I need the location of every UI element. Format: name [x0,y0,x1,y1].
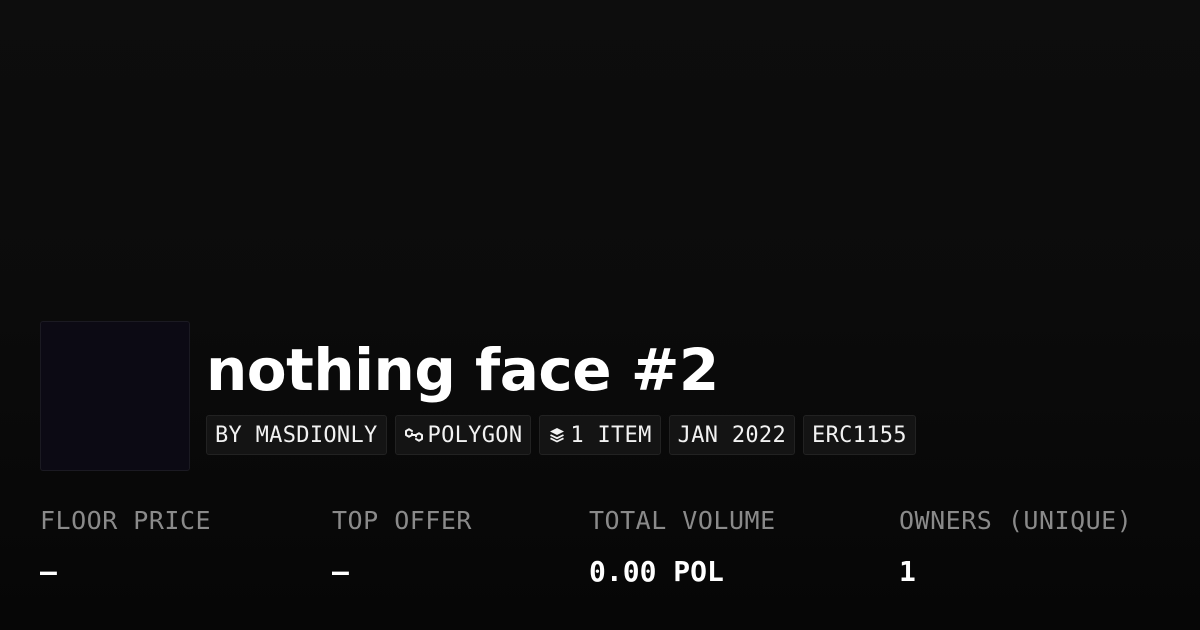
item-count-tag: 1 ITEM [539,415,661,455]
total-volume-stat: TOTAL VOLUME 0.00 POL [589,504,776,589]
token-standard-tag: ERC1155 [803,415,916,455]
collection-info: nothing face #2 BY MASDIONLY POLYGON 1 I… [206,321,916,455]
collection-stats: FLOOR PRICE – TOP OFFER – TOTAL VOLUME 0… [40,504,1180,604]
floor-price-stat: FLOOR PRICE – [40,504,211,589]
floor-price-value: – [40,555,57,588]
top-offer-value: – [332,555,349,588]
total-volume-label: TOTAL VOLUME [589,506,776,535]
collection-og-card: { "collection": { "title": "nothing face… [0,0,1200,630]
owners-value: 1 [899,555,916,588]
creator-tag-label: BY MASDIONLY [215,422,378,448]
token-standard-label: ERC1155 [812,422,907,448]
polygon-icon [404,428,423,442]
top-offer-stat: TOP OFFER – [332,504,472,589]
owners-label: OWNERS (UNIQUE) [899,506,1133,535]
floor-price-label: FLOOR PRICE [40,506,212,535]
creator-tag[interactable]: BY MASDIONLY [206,415,387,455]
chain-tag-label: POLYGON [427,422,523,448]
date-tag: JAN 2022 [668,415,796,455]
item-count-label: 1 ITEM [570,422,652,448]
collection-thumbnail [40,321,190,471]
owners-stat: OWNERS (UNIQUE) 1 [899,504,1132,589]
top-offer-label: TOP OFFER [332,506,472,535]
total-volume-value: 0.00 POL [589,555,724,588]
chain-tag[interactable]: POLYGON [394,415,532,455]
layers-icon [550,428,565,443]
date-tag-label: JAN 2022 [677,422,787,448]
collection-title: nothing face #2 [206,336,719,404]
collection-tags: BY MASDIONLY POLYGON 1 ITEM JAN 2022 ERC… [206,415,916,455]
collection-header: nothing face #2 BY MASDIONLY POLYGON 1 I… [40,321,916,471]
